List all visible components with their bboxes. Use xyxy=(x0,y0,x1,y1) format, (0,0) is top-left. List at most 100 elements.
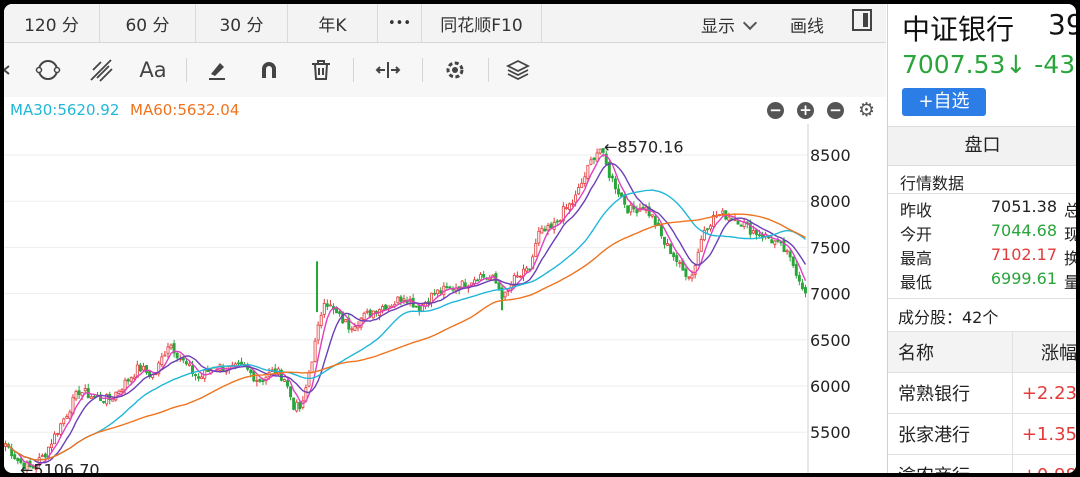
zoom-range-tool-icon[interactable] xyxy=(373,55,403,85)
high-row: 最高 7102.17 换 xyxy=(888,245,1076,269)
candle xyxy=(295,399,299,413)
candle xyxy=(583,172,587,187)
fibonacci-tool-icon[interactable] xyxy=(86,55,116,85)
zoom-out-icon[interactable]: − xyxy=(827,102,844,119)
components-count: 成分股：42个 xyxy=(898,308,999,327)
candle xyxy=(141,362,145,372)
order-book-tab[interactable]: 盘口 xyxy=(888,126,1076,166)
magnet-tool-icon[interactable] xyxy=(254,55,284,85)
zoom-in-icon[interactable]: + xyxy=(797,102,814,119)
low-row: 最低 6999.61 量 xyxy=(888,269,1076,293)
candle xyxy=(800,279,804,291)
candle xyxy=(791,256,795,268)
candle xyxy=(328,300,332,307)
candle xyxy=(580,178,584,188)
text-tool-icon[interactable]: Aa xyxy=(138,55,168,85)
settings-gear-icon[interactable] xyxy=(440,55,470,85)
y-tick-label: 5000 xyxy=(810,469,851,473)
delete-tool-icon[interactable] xyxy=(306,55,336,85)
ma-legend-row: MA30:5620.92 MA60:5632.04 − + − ⚙ xyxy=(4,97,886,124)
toolbar-divider xyxy=(353,58,354,82)
candle xyxy=(197,372,201,382)
tab-60min[interactable]: 60 分 xyxy=(100,4,196,42)
candle xyxy=(549,221,553,229)
display-menu[interactable]: 显示 xyxy=(701,12,765,37)
tab-120min[interactable]: 120 分 xyxy=(4,4,100,42)
tab-year-k[interactable]: 年K xyxy=(288,4,378,42)
prev-close-value: 7051.38 xyxy=(990,197,1057,216)
candle xyxy=(702,226,706,242)
candle xyxy=(279,368,283,382)
candle xyxy=(518,275,522,279)
candle xyxy=(126,377,130,385)
component-name: 张家港行 xyxy=(888,413,1013,455)
candlestick-chart[interactable]: 8500 8000 7500 7000 6500 6000 5500 5000 ←8570.1… xyxy=(4,124,886,473)
candle xyxy=(105,393,109,407)
candle xyxy=(292,397,296,411)
collapse-chart-icon[interactable]: − xyxy=(767,102,784,119)
drawing-toolbar: Aa xyxy=(4,43,886,98)
y-tick-label: 7000 xyxy=(810,285,851,304)
chart-settings-gear-icon[interactable]: ⚙ xyxy=(858,99,875,121)
price-change: 7007.53↓ -43.8 xyxy=(902,50,1076,79)
candle xyxy=(433,289,437,297)
candle xyxy=(708,223,712,232)
candle xyxy=(650,214,654,219)
y-tick-label: 6000 xyxy=(810,377,851,396)
candle xyxy=(571,199,575,207)
candle xyxy=(255,376,259,387)
candle xyxy=(472,276,476,287)
table-row[interactable]: 张家港行 +1.35 xyxy=(888,413,1076,455)
candle xyxy=(172,340,176,358)
candle xyxy=(347,314,351,334)
column-header-change[interactable]: 涨幅 xyxy=(1012,332,1076,373)
cursor-tool-icon[interactable] xyxy=(4,55,22,85)
table-row[interactable]: 渝农商行 +0.98 xyxy=(888,454,1076,473)
circle-tool-icon[interactable] xyxy=(34,55,64,85)
add-watchlist-button[interactable]: +自选 xyxy=(902,88,986,116)
high-label: 最高 xyxy=(900,249,933,268)
candle xyxy=(65,413,69,419)
current-label: 现 xyxy=(1064,225,1076,244)
low-annotation: ←5106.70 xyxy=(20,461,100,473)
candle xyxy=(316,321,320,345)
candle xyxy=(319,311,323,329)
components-table: 名称 涨幅 常熟银行 +2.23 张家港行 +1.35 渝农商行 +0.98 xyxy=(888,332,1076,473)
total-label: 总 xyxy=(1064,201,1076,220)
y-tick-label: 7500 xyxy=(810,238,851,257)
candle xyxy=(62,417,66,427)
draw-line-button[interactable]: 画线 xyxy=(790,12,824,37)
candle xyxy=(503,291,507,301)
candle xyxy=(74,389,78,402)
component-name: 常熟银行 xyxy=(888,372,1013,414)
more-tabs-button[interactable]: ••• xyxy=(378,4,422,42)
candle xyxy=(613,175,617,194)
candle xyxy=(543,225,547,232)
open-label: 今开 xyxy=(900,225,933,244)
column-header-name[interactable]: 名称 xyxy=(888,332,1013,373)
table-row[interactable]: 常熟银行 +2.23 xyxy=(888,372,1076,414)
tab-30min[interactable]: 30 分 xyxy=(196,4,288,42)
candle xyxy=(4,440,8,452)
candle xyxy=(696,248,700,266)
candle xyxy=(414,305,418,308)
candle xyxy=(160,352,164,367)
candle xyxy=(43,452,47,459)
table-header-row: 名称 涨幅 xyxy=(888,332,1076,373)
candle xyxy=(322,298,326,319)
candle xyxy=(540,225,544,234)
candle xyxy=(715,210,719,219)
component-change: +1.35 xyxy=(1012,413,1076,455)
candle xyxy=(194,373,198,381)
y-tick-label: 8500 xyxy=(810,146,851,165)
toolbar-divider xyxy=(186,58,187,82)
component-change: +0.98 xyxy=(1012,454,1076,473)
panel-toggle-icon[interactable] xyxy=(852,9,872,31)
eraser-tool-icon[interactable] xyxy=(202,55,232,85)
layers-tool-icon[interactable] xyxy=(503,55,533,85)
candle xyxy=(203,369,207,383)
candle xyxy=(663,236,666,249)
candle xyxy=(552,217,556,234)
tab-f10[interactable]: 同花顺F10 xyxy=(422,4,542,42)
candle xyxy=(16,457,20,465)
